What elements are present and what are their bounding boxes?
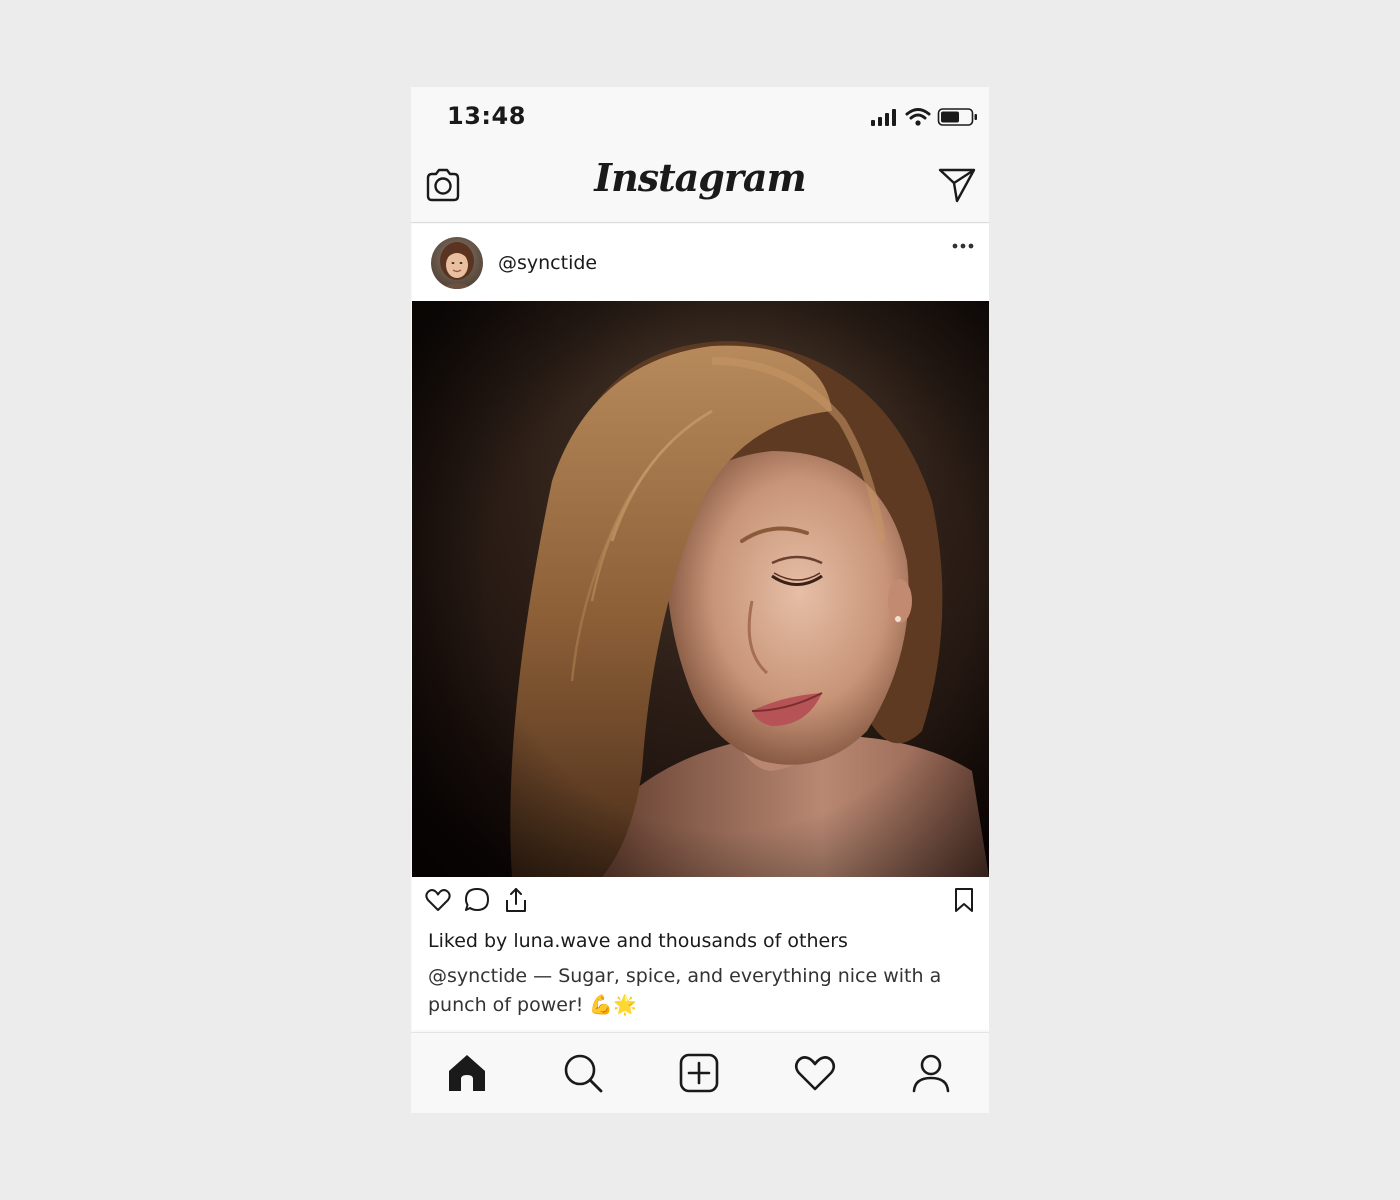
bookmark-icon	[955, 888, 973, 912]
bookmark-button[interactable]	[950, 886, 978, 914]
post-actions	[412, 882, 989, 922]
nav-new-post[interactable]	[677, 1051, 721, 1095]
status-icons	[869, 107, 979, 129]
search-icon	[564, 1054, 603, 1093]
post-caption: @synctide — Sugar, spice, and everything…	[428, 962, 968, 1020]
likes-text[interactable]: Liked by luna.wave and thousands of othe…	[428, 930, 848, 952]
wifi-icon	[905, 108, 931, 126]
app-header: Instagram	[411, 149, 989, 223]
heart-icon	[425, 889, 451, 911]
nav-home[interactable]	[445, 1051, 489, 1095]
battery-icon	[937, 108, 977, 126]
activity-heart-icon	[794, 1056, 836, 1091]
comment-icon	[465, 888, 489, 911]
instagram-logo: Instagram	[594, 155, 806, 200]
caption-username[interactable]: @synctide	[428, 965, 527, 987]
status-time: 13:48	[447, 102, 526, 130]
signal-icon	[871, 109, 896, 126]
share-icon	[506, 888, 526, 912]
send-icon	[938, 168, 976, 203]
post-username[interactable]: @synctide	[498, 252, 597, 274]
add-post-icon	[679, 1053, 719, 1093]
avatar[interactable]	[431, 237, 483, 289]
nav-profile[interactable]	[909, 1051, 953, 1095]
share-button[interactable]	[502, 886, 530, 914]
profile-icon	[912, 1054, 950, 1093]
status-bar: 13:48	[411, 87, 989, 149]
feed-post: @synctide Liked by luna.wave and thousan…	[412, 224, 989, 1030]
nav-activity[interactable]	[793, 1051, 837, 1095]
nav-search[interactable]	[561, 1051, 605, 1095]
like-button[interactable]	[424, 886, 452, 914]
phone-screen: 13:48 Instagram @synctide Liked by luna.…	[411, 87, 989, 1113]
more-options-button[interactable]	[949, 236, 977, 256]
post-image[interactable]	[412, 301, 989, 877]
avatar-image	[431, 237, 483, 289]
direct-message-button[interactable]	[937, 165, 977, 205]
more-dots-icon	[952, 243, 974, 249]
home-icon	[449, 1055, 485, 1091]
portrait-photo	[412, 301, 989, 877]
post-header: @synctide	[412, 224, 989, 301]
bottom-nav	[411, 1032, 989, 1113]
comment-button[interactable]	[463, 886, 491, 914]
